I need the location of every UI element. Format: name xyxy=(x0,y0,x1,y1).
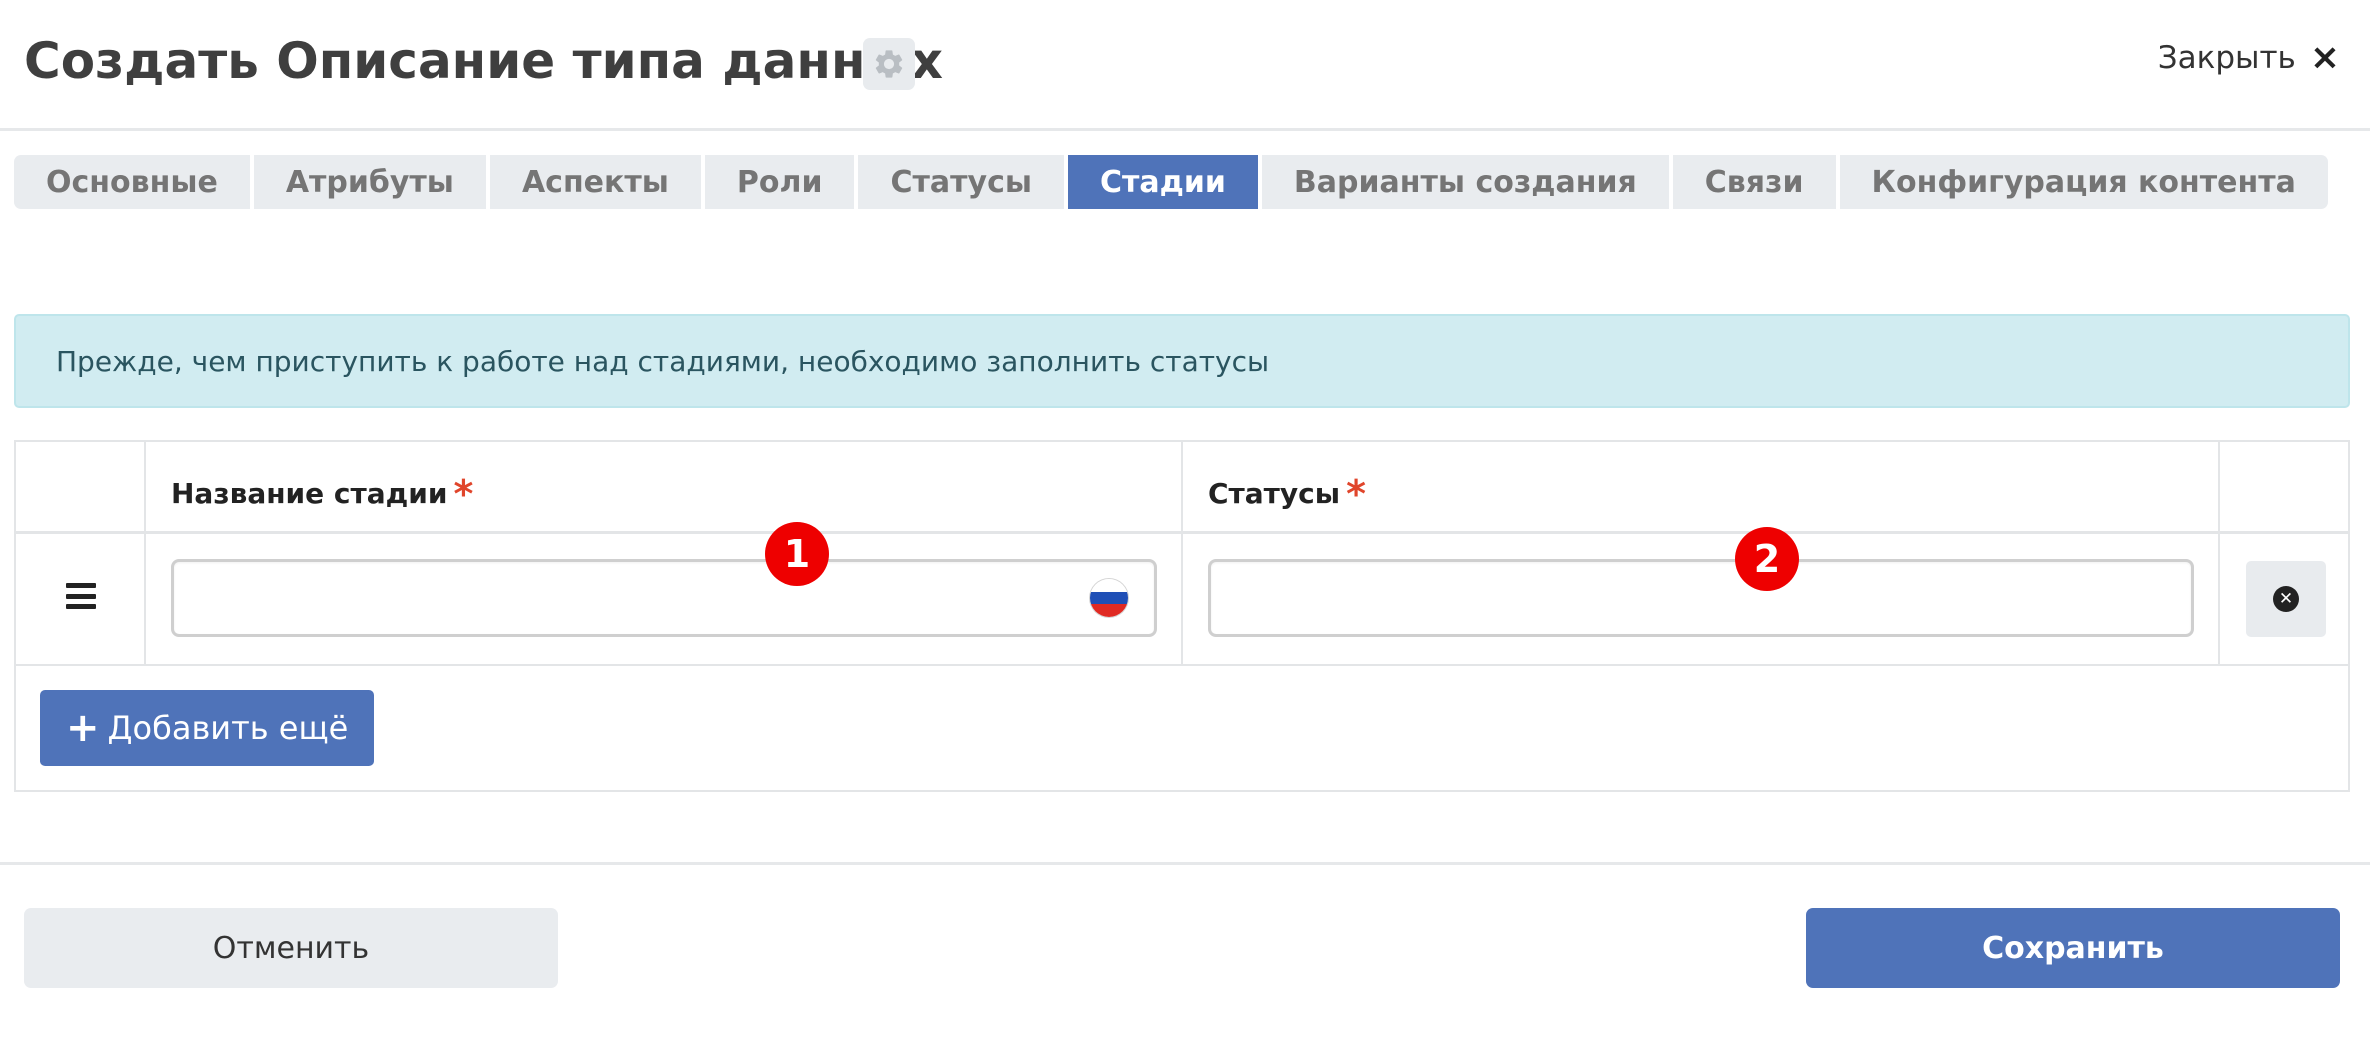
column-header-label: Название стадии xyxy=(171,477,448,510)
table-row: ✕ xyxy=(16,534,2348,666)
close-label: Закрыть xyxy=(2157,40,2296,76)
tab-attributes[interactable]: Атрибуты xyxy=(253,155,486,209)
stage-name-input[interactable] xyxy=(171,559,1157,637)
table-header-row: Название стадии * Статусы * xyxy=(16,442,2348,534)
add-more-label: Добавить ещё xyxy=(107,709,349,747)
close-icon: × xyxy=(2309,37,2340,78)
statuses-input[interactable] xyxy=(1208,559,2194,637)
add-more-button[interactable]: + Добавить ещё xyxy=(40,690,375,766)
required-mark: * xyxy=(453,472,474,516)
gear-icon xyxy=(875,50,903,78)
tab-creation-variants[interactable]: Варианты создания xyxy=(1261,155,1669,209)
create-datatype-dialog: Создать Описание типа данных Закрыть × О… xyxy=(0,0,2370,1051)
column-header-label: Статусы xyxy=(1208,477,1341,510)
remove-row-button[interactable]: ✕ xyxy=(2246,561,2326,637)
info-alert: Прежде, чем приступить к работе над стад… xyxy=(14,314,2350,408)
page-title: Создать Описание типа данных xyxy=(24,32,943,90)
drag-handle-icon[interactable] xyxy=(66,583,96,609)
plus-icon: + xyxy=(66,705,100,751)
tab-roles[interactable]: Роли xyxy=(704,155,855,209)
dialog-header: Создать Описание типа данных Закрыть × xyxy=(0,0,2370,131)
column-header-stage-name: Название стадии * xyxy=(171,468,473,516)
required-mark: * xyxy=(1346,472,1366,516)
stages-table: Название стадии * Статусы * ✕ + Добавить… xyxy=(14,440,2350,792)
settings-button[interactable] xyxy=(863,38,915,90)
annotation-badge-2: 2 xyxy=(1735,527,1799,591)
tab-links[interactable]: Связи xyxy=(1672,155,1836,209)
column-header-statuses: Статусы * xyxy=(1208,468,1366,516)
tab-stages[interactable]: Стадии xyxy=(1068,155,1258,209)
annotation-badge-1: 1 xyxy=(765,522,829,586)
footer-divider xyxy=(0,862,2370,865)
info-alert-text: Прежде, чем приступить к работе над стад… xyxy=(56,344,1270,378)
save-button[interactable]: Сохранить xyxy=(1806,908,2340,988)
close-circle-icon: ✕ xyxy=(2273,586,2299,612)
tab-statuses[interactable]: Статусы xyxy=(858,155,1064,209)
tab-bar: Основные Атрибуты Аспекты Роли Статусы С… xyxy=(14,155,2328,209)
close-button[interactable]: Закрыть × xyxy=(2157,37,2340,78)
tab-main[interactable]: Основные xyxy=(14,155,250,209)
cancel-button[interactable]: Отменить xyxy=(24,908,558,988)
tab-aspects[interactable]: Аспекты xyxy=(489,155,701,209)
tab-content-config[interactable]: Конфигурация контента xyxy=(1839,155,2328,209)
ru-flag-icon[interactable] xyxy=(1090,579,1128,617)
